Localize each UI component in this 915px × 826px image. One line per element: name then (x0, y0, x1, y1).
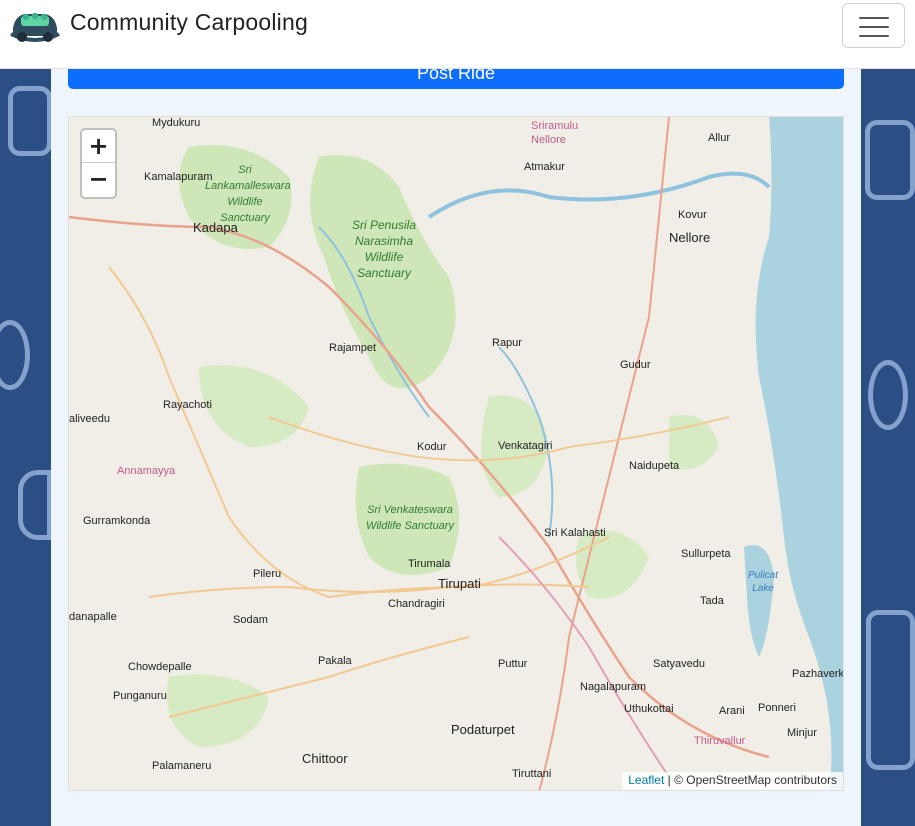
city-label: Tiruttani (512, 768, 552, 780)
user-icon (0, 320, 30, 390)
city-label: Punganuru (113, 690, 167, 702)
city-label: Pakala (318, 655, 352, 667)
city-label: Kovur (678, 209, 707, 221)
bus-icon (866, 610, 915, 770)
leaflet-link[interactable]: Leaflet (628, 773, 664, 787)
car-icon (18, 470, 52, 540)
attribution-text: | © OpenStreetMap contributors (667, 773, 837, 787)
city-label: Rapur (492, 337, 522, 349)
park-label: Sri Venkateswara Wildlife Sanctuary (366, 504, 454, 532)
city-label: Kamalapuram (144, 171, 213, 183)
city-label: Pazhaverk (792, 668, 844, 680)
city-label: Pileru (253, 568, 282, 580)
city-label: Uthukottai (624, 703, 674, 715)
city-label: Arani (719, 705, 745, 717)
city-label: Sri Kalahasti (544, 527, 606, 539)
city-label: Sullurpeta (681, 548, 731, 560)
park-label: Sri Lankamalleswara Wildlife Sanctuary (205, 164, 291, 224)
city-label: Nagalapuram (580, 681, 647, 693)
hamburger-line (859, 35, 889, 37)
city-label: Nellore (669, 230, 711, 245)
region-label: Thiruvallur (694, 735, 746, 747)
car-icon (8, 86, 52, 156)
carpool-car-icon[interactable] (9, 6, 61, 46)
map-attribution: Leaflet | © OpenStreetMap contributors (622, 772, 843, 790)
hamburger-menu-icon (859, 17, 889, 19)
region-label: Annamayya (117, 465, 176, 477)
city-label: Palamaneru (152, 760, 212, 772)
zoom-in-button[interactable]: + (82, 130, 115, 163)
lake-label: Pulicat Lake (747, 570, 778, 594)
city-label: Atmakur (524, 161, 565, 173)
brand-title[interactable]: Community Carpooling (70, 9, 308, 36)
navbar-toggle-button[interactable] (842, 3, 905, 48)
city-label: Rajampet (329, 342, 377, 354)
zoom-out-button[interactable]: − (82, 163, 115, 196)
city-label: Satyavedu (653, 658, 705, 670)
city-label: Tirupati (438, 576, 481, 591)
city-label: Naidupeta (629, 460, 680, 472)
hamburger-line (859, 26, 889, 28)
city-label: Tada (700, 595, 724, 607)
city-label: Allur (708, 132, 731, 144)
city-label: Kodur (417, 441, 447, 453)
region-label: Sriramulu Nellore (531, 120, 579, 146)
map-tiles (69, 117, 843, 790)
city-label: Mydukuru (152, 117, 201, 129)
city-label: Sodam (233, 614, 268, 626)
navbar: Community Carpooling (0, 0, 915, 69)
city-label: aliveedu (69, 413, 110, 425)
city-label: Minjur (787, 727, 817, 739)
park-label: Sri Penusila Narasimha Wildlife Sanctuar… (351, 218, 417, 280)
city-label: Gurramkonda (83, 515, 151, 527)
zoom-control: + − (80, 128, 117, 199)
city-label: Venkatagiri (498, 440, 553, 452)
person-icon (868, 360, 908, 430)
city-label: Rayachoti (163, 399, 212, 411)
city-label: Chowdepalle (128, 661, 192, 673)
city-label: Chittoor (302, 751, 348, 766)
car-icon (865, 120, 915, 200)
city-label: Chandragiri (388, 598, 445, 610)
city-label: Gudur (620, 359, 651, 371)
city-label: Tirumala (408, 558, 451, 570)
city-label: Podaturpet (451, 722, 515, 737)
ride-map[interactable]: Mydukuru Kamalapuram Kadapa Rajampet Ray… (68, 116, 844, 791)
city-label: danapalle (69, 611, 117, 623)
city-label: Ponneri (758, 702, 796, 714)
city-label: Puttur (498, 658, 528, 670)
